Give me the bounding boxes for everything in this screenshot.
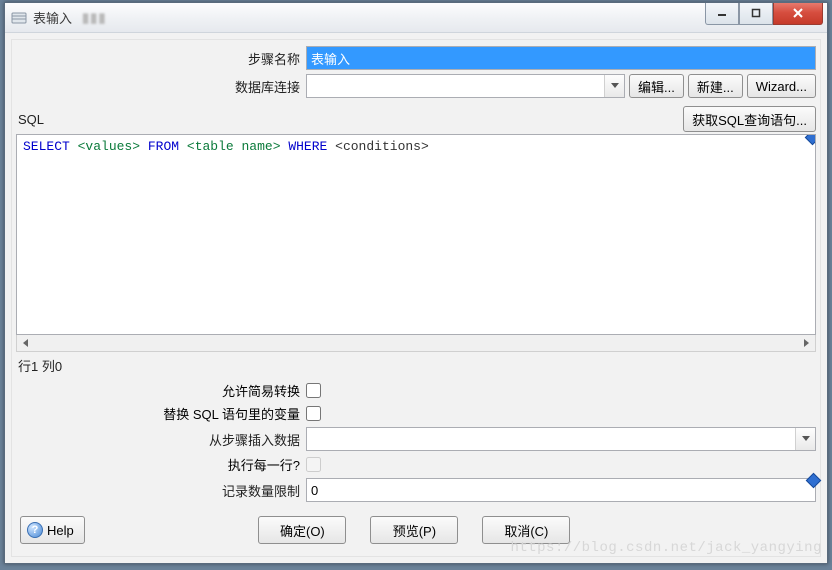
window-title: 表输入 — [33, 8, 72, 27]
from-step-combo[interactable] — [306, 427, 816, 451]
chevron-down-icon[interactable] — [795, 428, 815, 450]
window-controls — [705, 3, 827, 25]
get-sql-button[interactable]: 获取SQL查询语句... — [683, 106, 816, 132]
sql-label: SQL — [16, 112, 679, 127]
limit-label: 记录数量限制 — [16, 481, 306, 500]
step-name-label: 步骤名称 — [16, 49, 306, 68]
db-connection-combo[interactable] — [306, 74, 625, 98]
cursor-position-status: 行1 列0 — [16, 352, 816, 381]
title-obscured: ▮▮▮ — [82, 10, 106, 26]
titlebar: 表输入 ▮▮▮ — [5, 3, 827, 33]
allow-lazy-label: 允许简易转换 — [16, 381, 306, 400]
new-connection-button[interactable]: 新建... — [688, 74, 743, 98]
edit-connection-button[interactable]: 编辑... — [629, 74, 684, 98]
help-label: Help — [47, 523, 74, 538]
scroll-left-icon[interactable] — [17, 335, 34, 351]
minimize-button[interactable] — [705, 3, 739, 25]
exec-each-checkbox — [306, 457, 321, 472]
dialog-window: 表输入 ▮▮▮ 步骤名称 数据库连接 — [4, 2, 828, 564]
preview-button[interactable]: 预览(P) — [370, 516, 458, 544]
app-icon — [11, 10, 27, 26]
replace-vars-label: 替换 SQL 语句里的变量 — [16, 404, 306, 423]
from-step-value[interactable] — [307, 428, 795, 450]
scroll-right-icon[interactable] — [798, 335, 815, 351]
step-name-input[interactable] — [306, 46, 816, 70]
wizard-button[interactable]: Wizard... — [747, 74, 816, 98]
help-button[interactable]: ? Help — [20, 516, 85, 544]
db-connection-value[interactable] — [307, 75, 604, 97]
client-area: 步骤名称 数据库连接 编辑... 新建... Wizard... SQL — [5, 33, 827, 563]
cancel-button[interactable]: 取消(C) — [482, 516, 570, 544]
replace-vars-checkbox[interactable] — [306, 406, 321, 421]
chevron-down-icon[interactable] — [604, 75, 624, 97]
from-step-label: 从步骤插入数据 — [16, 430, 306, 449]
maximize-button[interactable] — [739, 3, 773, 25]
ok-button[interactable]: 确定(O) — [258, 516, 346, 544]
help-icon: ? — [27, 522, 43, 538]
limit-input[interactable] — [306, 478, 816, 502]
exec-each-label: 执行每一行? — [16, 455, 306, 474]
variable-indicator-icon — [805, 134, 816, 145]
allow-lazy-checkbox[interactable] — [306, 383, 321, 398]
sql-editor[interactable]: SELECT <values> FROM <table name> WHERE … — [16, 134, 816, 335]
horizontal-scrollbar[interactable] — [16, 335, 816, 352]
close-button[interactable] — [773, 3, 823, 25]
db-connection-label: 数据库连接 — [16, 77, 306, 96]
